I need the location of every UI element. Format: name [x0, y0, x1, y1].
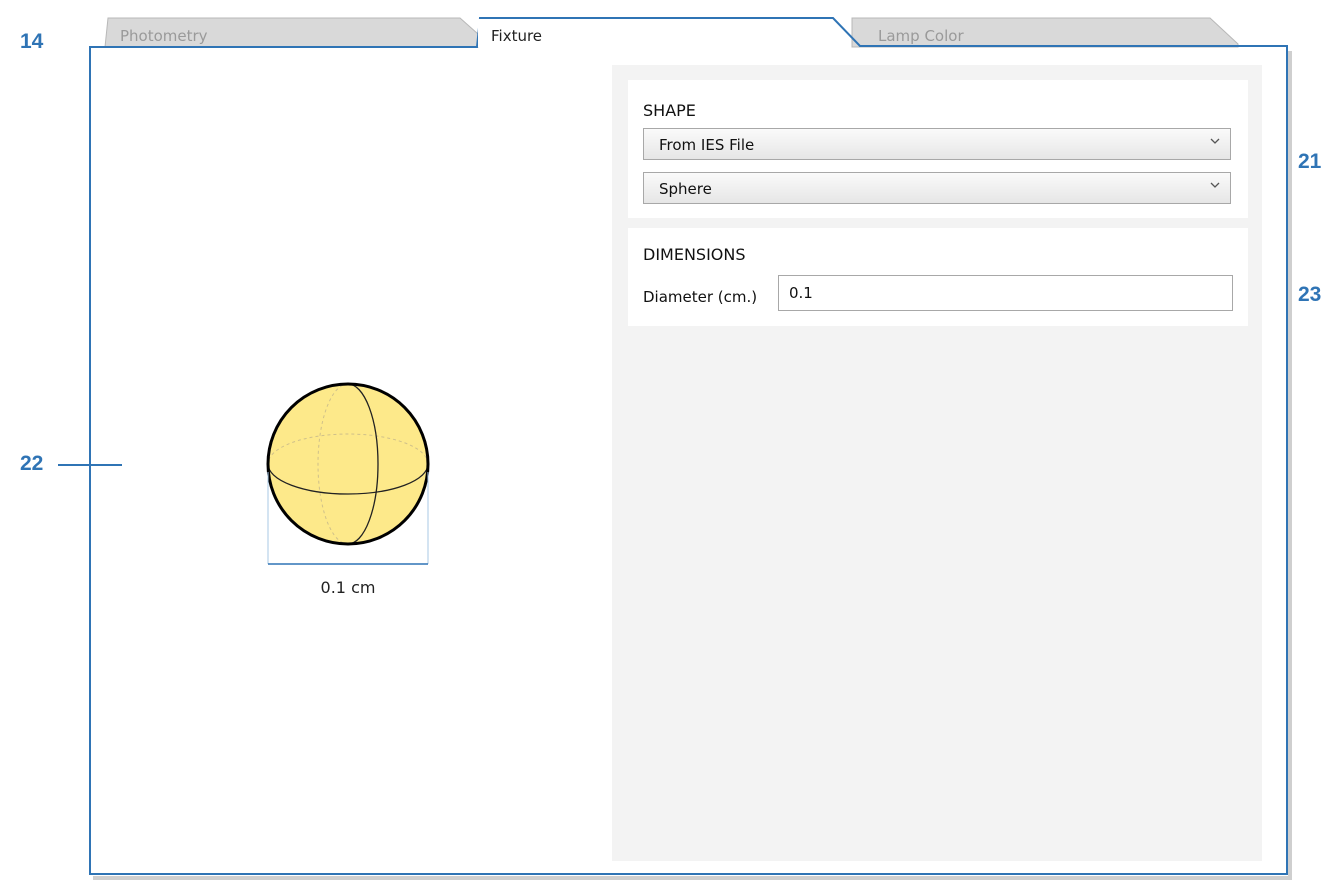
tab-lamp-color[interactable]: Lamp Color — [878, 27, 964, 45]
shape-type-dropdown[interactable]: Sphere — [643, 172, 1231, 204]
dimensions-card: DIMENSIONS Diameter (cm.) — [628, 228, 1248, 326]
shape-card: SHAPE From IES File Sphere — [628, 80, 1248, 218]
diameter-input[interactable] — [778, 275, 1233, 311]
dimension-label: 0.1 cm — [320, 578, 376, 597]
shape-source-dropdown[interactable]: From IES File — [643, 128, 1231, 160]
shape-type-value: Sphere — [659, 180, 712, 198]
tab-fixture[interactable]: Fixture — [491, 27, 542, 45]
chevron-down-icon — [1210, 138, 1220, 144]
diameter-label: Diameter (cm.) — [643, 288, 758, 306]
sphere-preview-icon — [266, 382, 430, 565]
shape-source-value: From IES File — [659, 136, 755, 154]
chevron-down-icon — [1210, 182, 1220, 188]
shape-title: SHAPE — [643, 101, 696, 120]
tab-photometry[interactable]: Photometry — [120, 27, 208, 45]
dimensions-title: DIMENSIONS — [643, 245, 746, 264]
